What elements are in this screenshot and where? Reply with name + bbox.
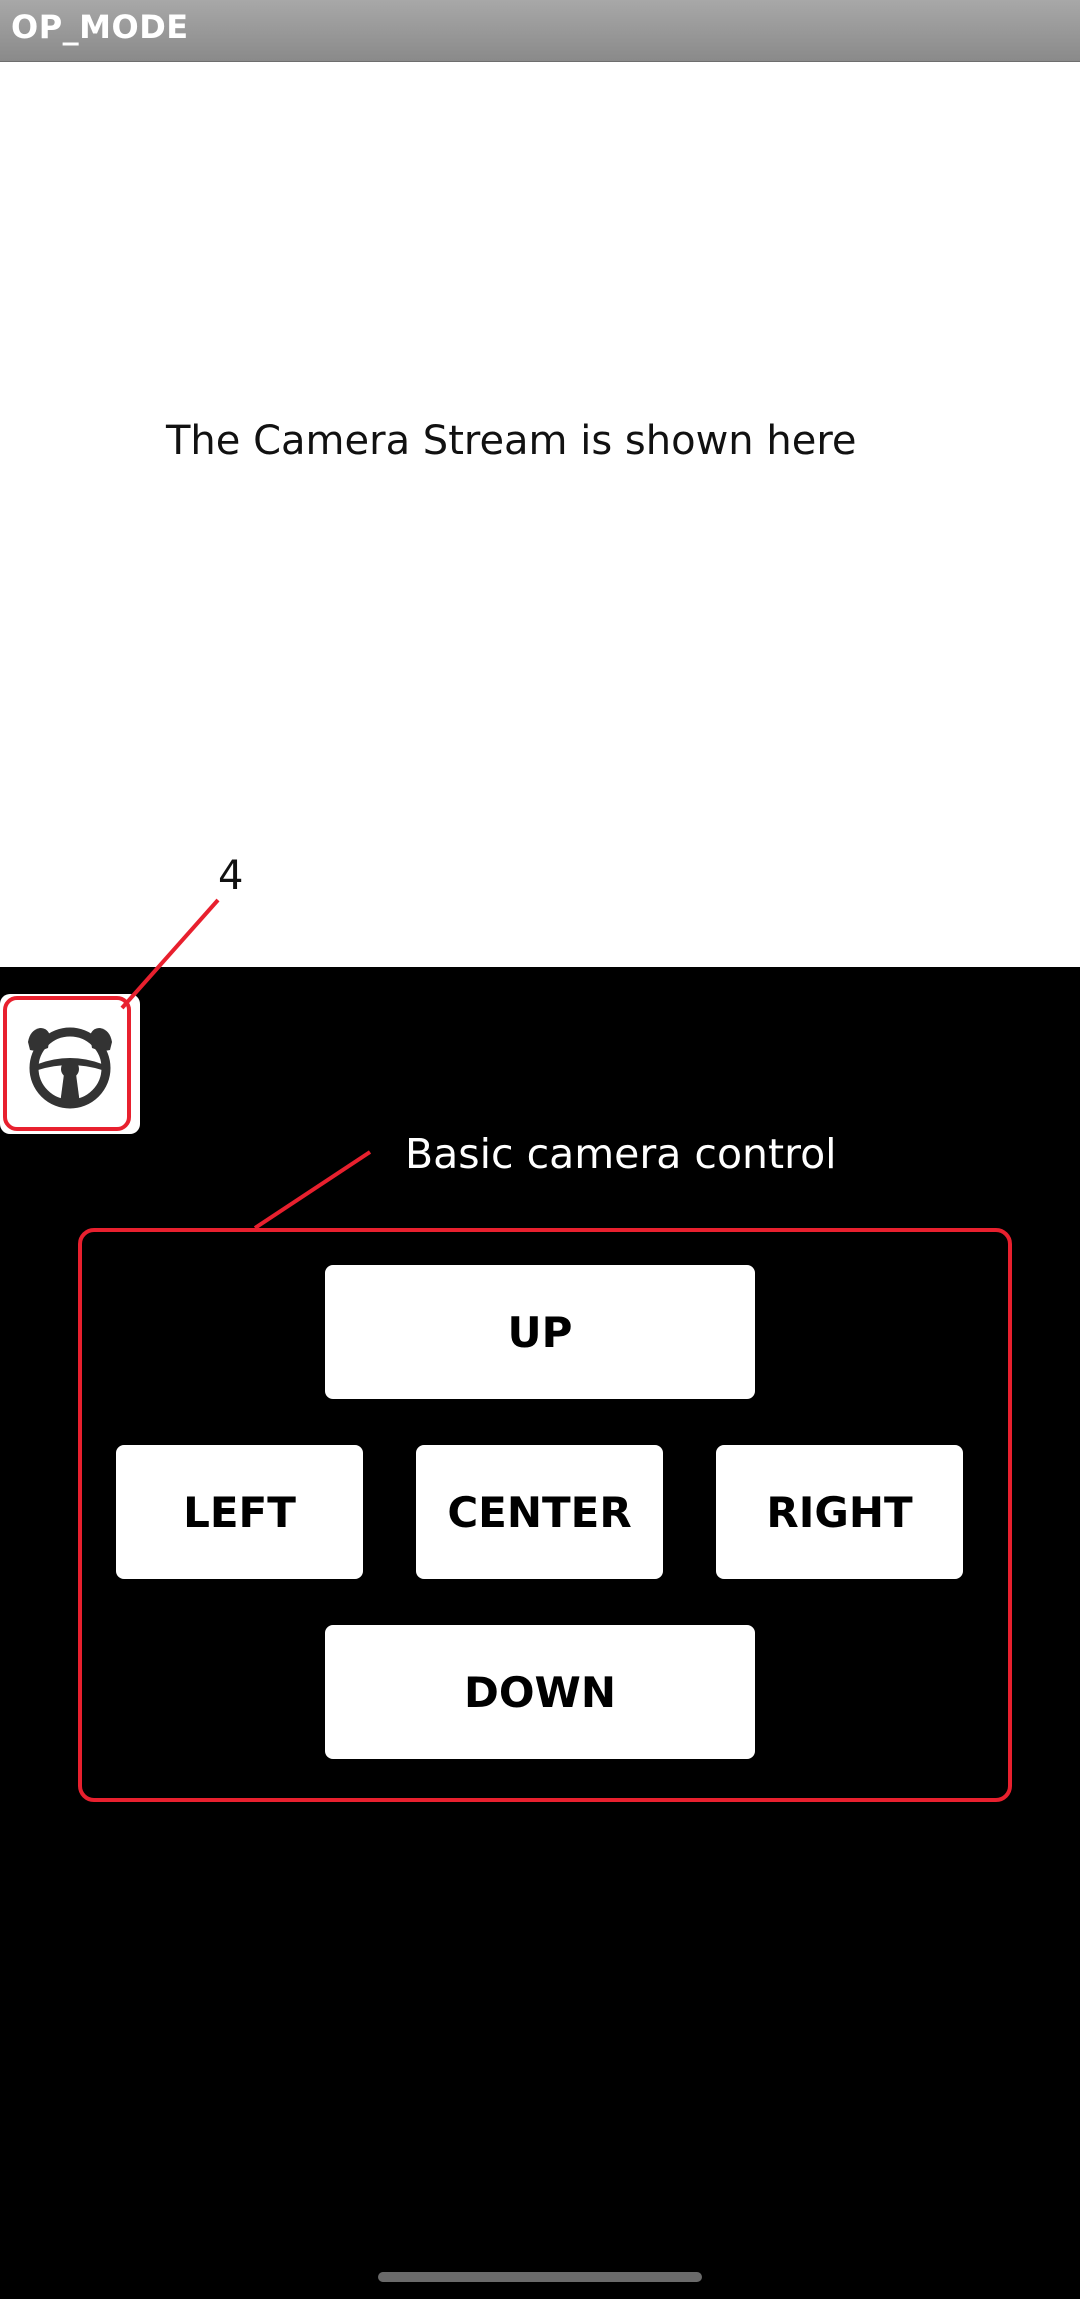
down-button[interactable]: DOWN: [325, 1625, 755, 1759]
home-indicator[interactable]: [378, 2272, 702, 2282]
left-button[interactable]: LEFT: [116, 1445, 363, 1579]
drive-mode-button[interactable]: [0, 994, 140, 1134]
camera-stream-view: The Camera Stream is shown here: [0, 62, 1080, 967]
up-button[interactable]: UP: [325, 1265, 755, 1399]
basic-camera-control-label: Basic camera control: [405, 1130, 837, 1178]
steering-wheel-icon: [28, 1027, 112, 1109]
center-button[interactable]: CENTER: [416, 1445, 663, 1579]
right-button[interactable]: RIGHT: [716, 1445, 963, 1579]
app-title: OP_MODE: [11, 8, 189, 46]
title-bar: OP_MODE: [0, 0, 1080, 62]
callout-number-4: 4: [218, 853, 244, 899]
camera-placeholder-text: The Camera Stream is shown here: [166, 418, 857, 464]
